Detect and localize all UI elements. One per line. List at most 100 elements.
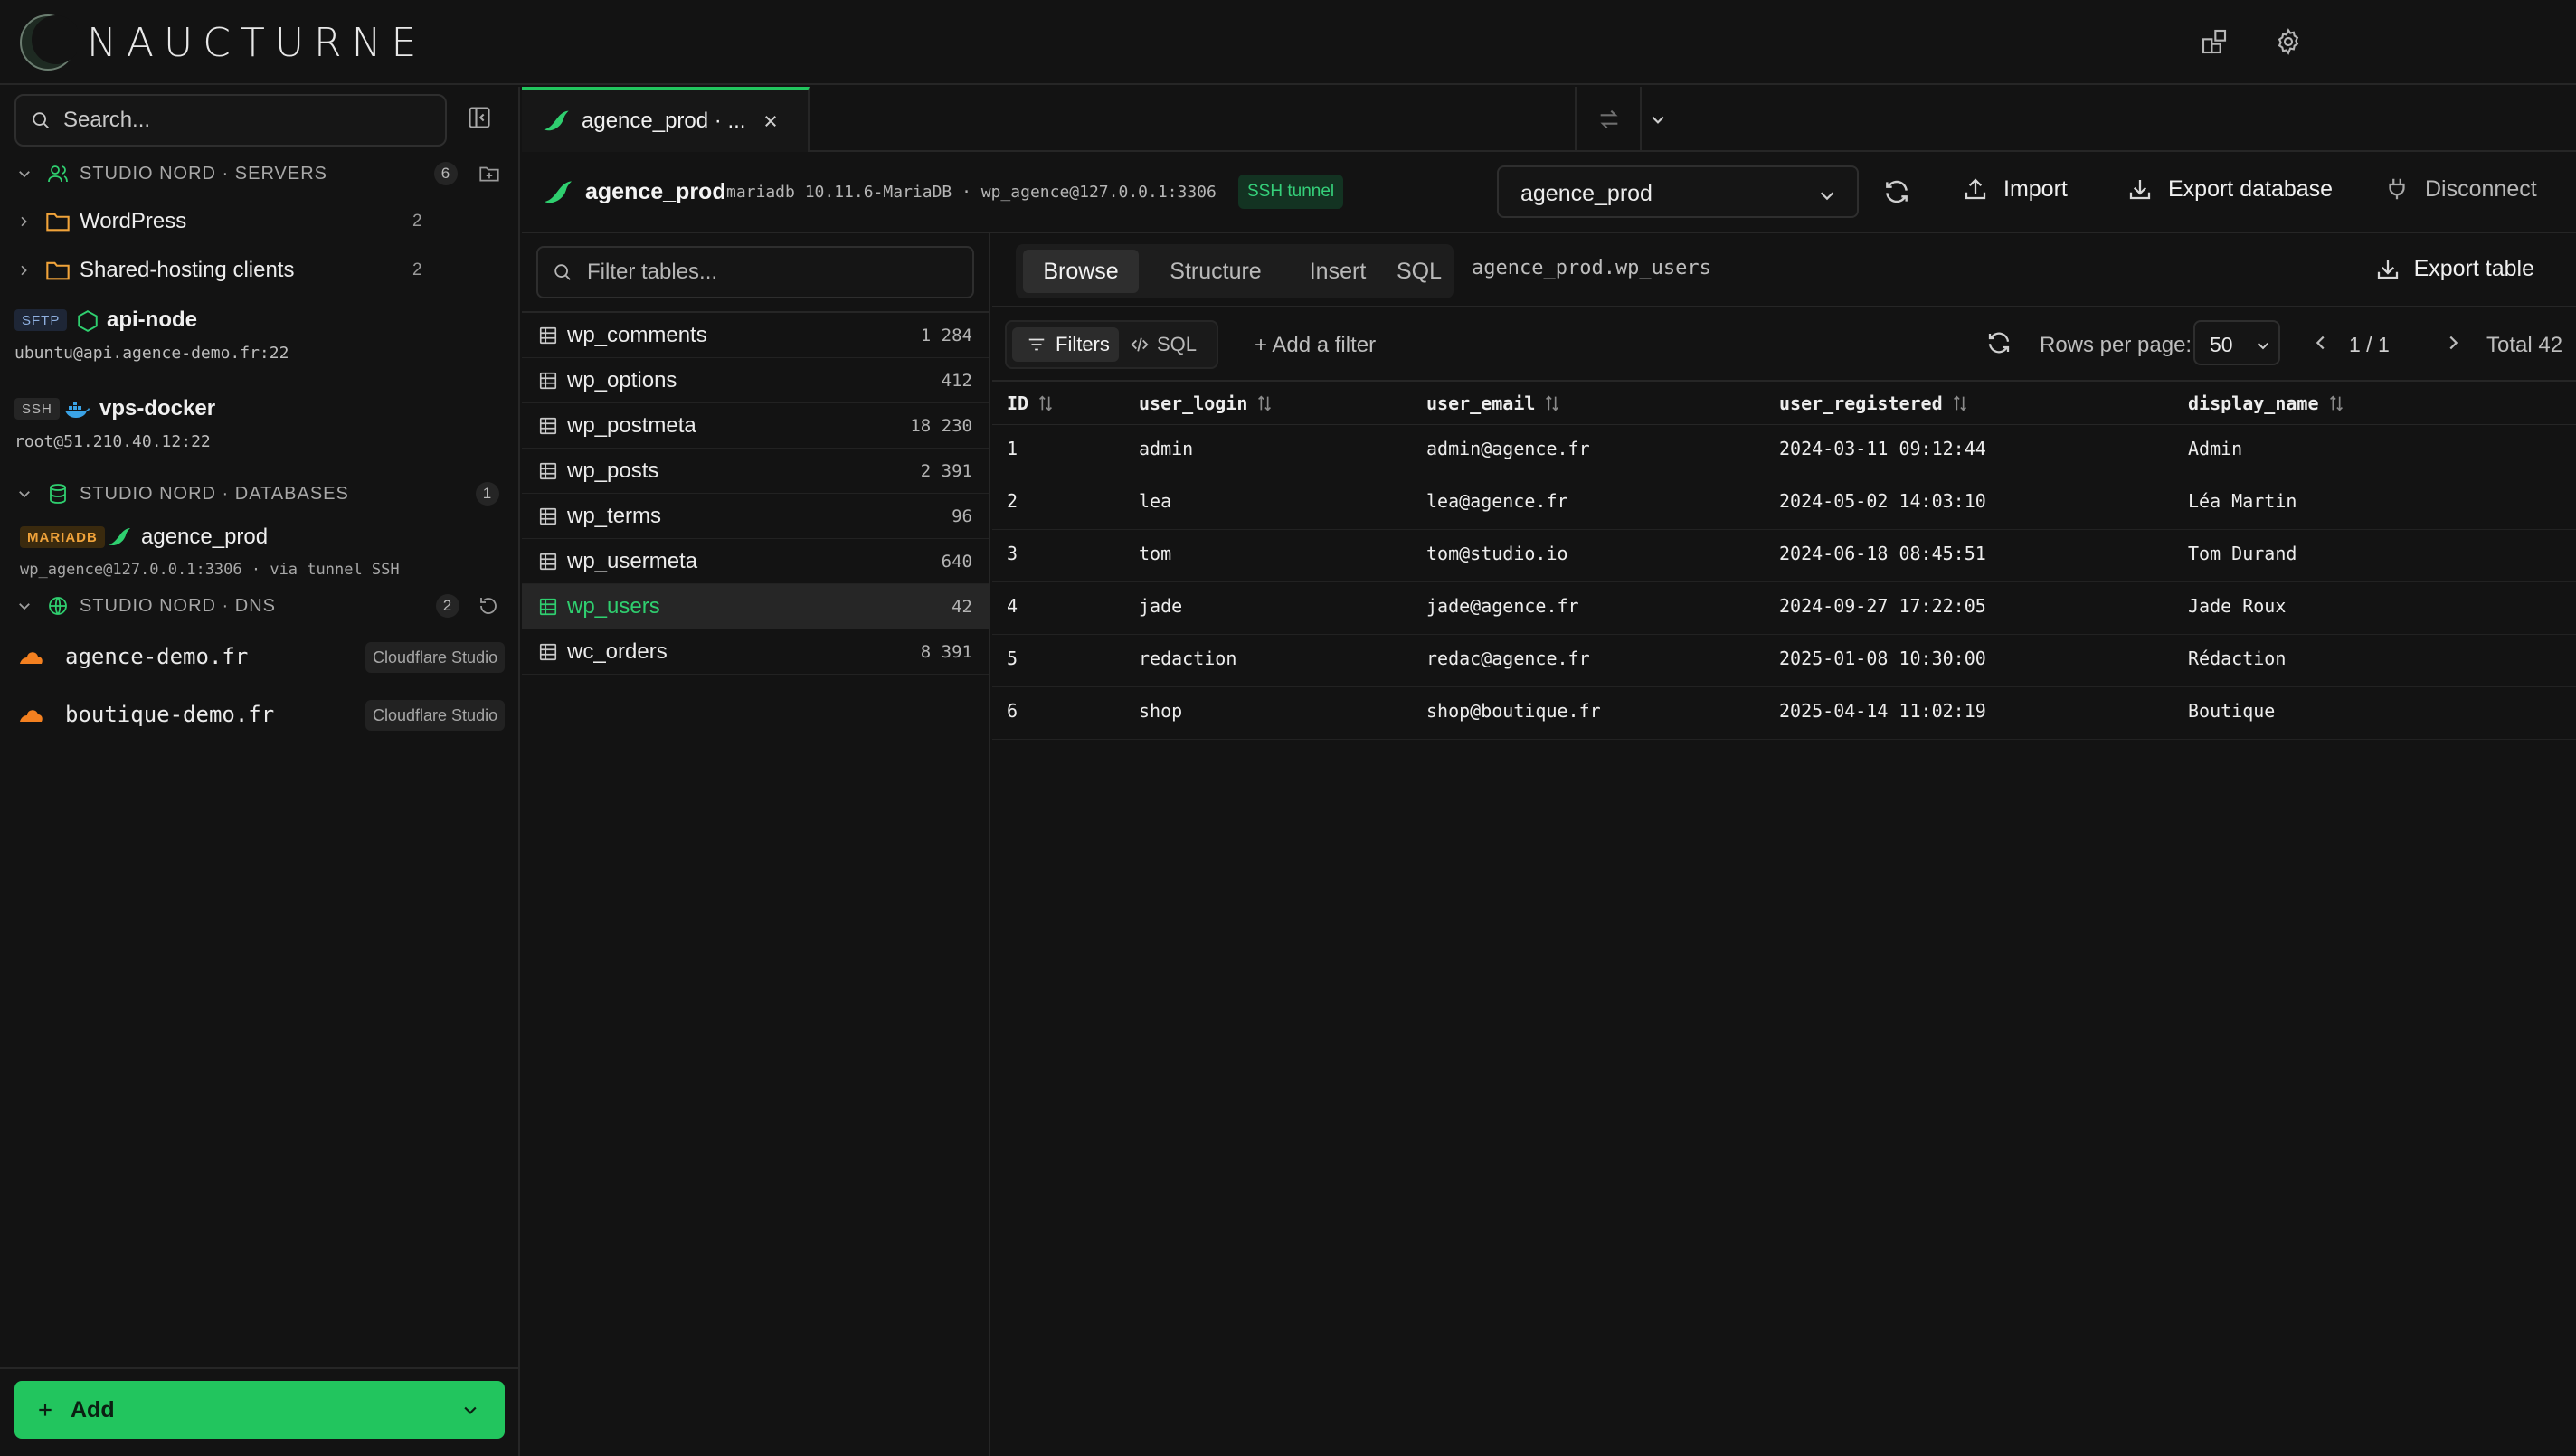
table-item-wp_posts[interactable]: wp_posts 2 391 bbox=[522, 449, 989, 494]
sql-filter-button[interactable]: SQL bbox=[1130, 327, 1197, 362]
cell-user_email[interactable]: admin@agence.fr bbox=[1426, 438, 1590, 459]
folder-wordpress[interactable]: WordPress 2 bbox=[0, 199, 518, 244]
add-button[interactable]: Add bbox=[14, 1381, 505, 1439]
column-header-display_name[interactable]: display_name bbox=[2188, 392, 2346, 414]
rows-per-page-select[interactable]: 50 bbox=[2193, 320, 2280, 365]
column-header-ID[interactable]: ID bbox=[1007, 392, 1056, 414]
tab-agence-prod[interactable]: agence_prod · ... bbox=[522, 87, 810, 152]
sidebar-search-input[interactable] bbox=[63, 108, 425, 133]
export-database-button[interactable]: Export database bbox=[2126, 175, 2333, 203]
cell-user_email[interactable]: lea@agence.fr bbox=[1426, 490, 1568, 512]
connection-vps-docker[interactable]: SSH vps-docker root@51.210.40.12:22 bbox=[0, 392, 518, 476]
next-page-icon[interactable] bbox=[2443, 333, 2463, 353]
cell-ID[interactable]: 6 bbox=[1007, 700, 1018, 722]
tab-list-menu-button[interactable] bbox=[1640, 87, 1672, 152]
table-row[interactable]: 5 redaction redac@agence.fr 2025-01-08 10:3… bbox=[992, 635, 2576, 687]
table-filter[interactable] bbox=[536, 246, 974, 298]
refresh-rows-icon[interactable] bbox=[1985, 329, 2014, 358]
sidebar-search[interactable] bbox=[14, 94, 447, 147]
table-item-wc_orders[interactable]: wc_orders 8 391 bbox=[522, 629, 989, 675]
column-header-user_registered[interactable]: user_registered bbox=[1779, 392, 1970, 414]
table-item-wp_postmeta[interactable]: wp_postmeta 18 230 bbox=[522, 403, 989, 449]
database-select[interactable]: agence_prod bbox=[1497, 165, 1859, 218]
export-table-button[interactable]: Export table bbox=[2374, 255, 2534, 282]
group-databases[interactable]: STUDIO NORD · DATABASES 1 bbox=[0, 476, 518, 512]
table-item-wp_options[interactable]: wp_options 412 bbox=[522, 358, 989, 403]
cell-user_registered[interactable]: 2024-03-11 09:12:44 bbox=[1779, 438, 1986, 459]
cell-display_name[interactable]: Tom Durand bbox=[2188, 543, 2297, 564]
cell-user_email[interactable]: redac@agence.fr bbox=[1426, 648, 1590, 669]
database-name: agence_prod bbox=[141, 525, 269, 549]
sort-arrows-icon[interactable] bbox=[2326, 393, 2346, 413]
cell-user_registered[interactable]: 2025-01-08 10:30:00 bbox=[1779, 648, 1986, 669]
import-button[interactable]: Import bbox=[1962, 175, 2068, 203]
cell-user_registered[interactable]: 2024-05-02 14:03:10 bbox=[1779, 490, 1986, 512]
sort-arrows-icon[interactable] bbox=[1542, 393, 1562, 413]
cell-ID[interactable]: 2 bbox=[1007, 490, 1018, 512]
table-row[interactable]: 1 admin admin@agence.fr 2024-03-11 09:12:44… bbox=[992, 425, 2576, 477]
table-row[interactable]: 3 tom tom@studio.io 2024-06-18 08:45:51 Tom … bbox=[992, 530, 2576, 582]
tab-sql[interactable]: SQL bbox=[1390, 250, 1448, 293]
cell-display_name[interactable]: Admin bbox=[2188, 438, 2242, 459]
cell-user_email[interactable]: jade@agence.fr bbox=[1426, 595, 1579, 617]
sort-arrows-icon[interactable] bbox=[1255, 393, 1274, 413]
new-folder-icon[interactable] bbox=[478, 162, 501, 185]
collapse-sidebar-icon[interactable] bbox=[467, 105, 494, 132]
cell-ID[interactable]: 4 bbox=[1007, 595, 1018, 617]
cell-user_email[interactable]: shop@boutique.fr bbox=[1426, 700, 1601, 722]
add-filter-button[interactable]: + Add a filter bbox=[1255, 333, 1376, 358]
disconnect-button[interactable]: Disconnect bbox=[2383, 175, 2537, 203]
dns-zone-boutique-demo[interactable]: boutique-demo.fr Cloudflare Studio bbox=[0, 689, 518, 740]
database-agence-prod[interactable]: MARIADB agence_prod wp_agence@127.0.0.1:… bbox=[0, 521, 518, 593]
table-item-wp_users[interactable]: wp_users 42 bbox=[522, 584, 989, 629]
table-item-wp_terms[interactable]: wp_terms 96 bbox=[522, 494, 989, 539]
column-header-user_email[interactable]: user_email bbox=[1426, 392, 1562, 414]
settings-gear-icon[interactable] bbox=[2274, 27, 2306, 60]
tab-browse[interactable]: Browse bbox=[1023, 250, 1139, 293]
cell-display_name[interactable]: Boutique bbox=[2188, 700, 2275, 722]
table-row[interactable]: 6 shop shop@boutique.fr 2025-04-14 11:02:19… bbox=[992, 687, 2576, 740]
table-item-wp_comments[interactable]: wp_comments 1 284 bbox=[522, 313, 989, 358]
connection-api-node[interactable]: SFTP api-node ubuntu@api.agence-demo.fr:… bbox=[0, 304, 518, 387]
cell-user_login[interactable]: tom bbox=[1139, 543, 1171, 564]
close-tab-icon[interactable] bbox=[762, 113, 779, 129]
cell-user_login[interactable]: admin bbox=[1139, 438, 1193, 459]
table-row[interactable]: 4 jade jade@agence.fr 2024-09-27 17:22:05 Ja… bbox=[992, 582, 2576, 635]
cell-display_name[interactable]: Léa Martin bbox=[2188, 490, 2297, 512]
folder-shared-hosting[interactable]: Shared-hosting clients 2 bbox=[0, 248, 518, 293]
group-servers[interactable]: STUDIO NORD · SERVERS 6 bbox=[0, 156, 518, 192]
previous-page-icon[interactable] bbox=[2311, 333, 2331, 353]
cell-user_login[interactable]: shop bbox=[1139, 700, 1182, 722]
cell-ID[interactable]: 3 bbox=[1007, 543, 1018, 564]
dns-zone-agence-demo[interactable]: agence-demo.fr Cloudflare Studio bbox=[0, 631, 518, 682]
cell-user_login[interactable]: jade bbox=[1139, 595, 1182, 617]
cell-user_registered[interactable]: 2025-04-14 11:02:19 bbox=[1779, 700, 1986, 722]
chevron-down-icon[interactable] bbox=[461, 1401, 479, 1419]
cell-ID[interactable]: 1 bbox=[1007, 438, 1018, 459]
cell-user_registered[interactable]: 2024-06-18 08:45:51 bbox=[1779, 543, 1986, 564]
layout-icon[interactable] bbox=[2200, 27, 2232, 60]
table-item-wp_usermeta[interactable]: wp_usermeta 640 bbox=[522, 539, 989, 584]
tab-structure[interactable]: Structure bbox=[1148, 250, 1283, 293]
sort-arrows-icon[interactable] bbox=[1036, 393, 1056, 413]
cell-user_login[interactable]: lea bbox=[1139, 490, 1171, 512]
cell-ID[interactable]: 5 bbox=[1007, 648, 1018, 669]
cell-display_name[interactable]: Jade Roux bbox=[2188, 595, 2286, 617]
table-filter-input[interactable] bbox=[587, 260, 967, 285]
connection-name: vps-docker bbox=[99, 396, 216, 421]
cell-user_login[interactable]: redaction bbox=[1139, 648, 1236, 669]
table-row-count: 2 391 bbox=[920, 460, 972, 481]
refresh-connection-icon[interactable] bbox=[1882, 177, 1913, 208]
swap-panes-button[interactable] bbox=[1575, 87, 1640, 152]
cell-user_email[interactable]: tom@studio.io bbox=[1426, 543, 1568, 564]
refresh-dns-icon[interactable] bbox=[478, 595, 499, 617]
cell-display_name[interactable]: Rédaction bbox=[2188, 648, 2286, 669]
sort-arrows-icon[interactable] bbox=[1950, 393, 1970, 413]
filters-button[interactable]: Filters bbox=[1012, 327, 1119, 362]
table-row-count: 18 230 bbox=[910, 415, 972, 436]
column-header-user_login[interactable]: user_login bbox=[1139, 392, 1274, 414]
tab-insert[interactable]: Insert bbox=[1293, 250, 1383, 293]
cell-user_registered[interactable]: 2024-09-27 17:22:05 bbox=[1779, 595, 1986, 617]
table-row[interactable]: 2 lea lea@agence.fr 2024-05-02 14:03:10 Léa … bbox=[992, 477, 2576, 530]
group-dns[interactable]: STUDIO NORD · DNS 2 bbox=[0, 588, 518, 624]
